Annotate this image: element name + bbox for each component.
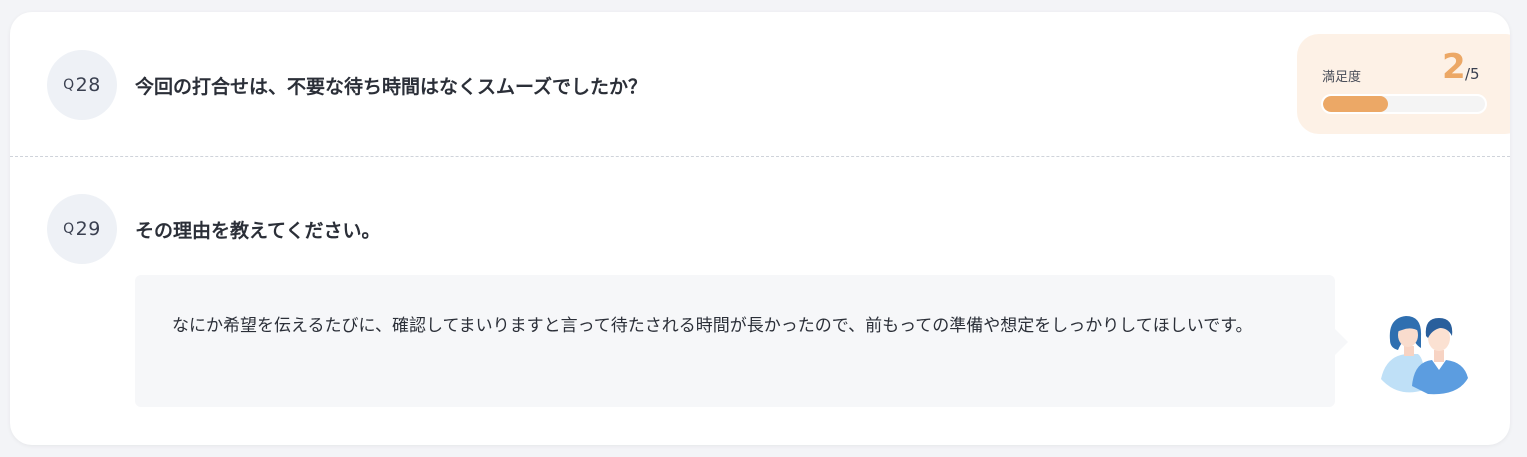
question-number: 29 — [75, 218, 101, 240]
satisfaction-bar-fill — [1323, 96, 1388, 112]
answer-bubble-tail — [1334, 328, 1348, 356]
satisfaction-max: /5 — [1465, 65, 1480, 83]
answer-bubble: なにか希望を伝えるたびに、確認してまいりますと言って待たされる時間が長かったので… — [135, 275, 1335, 407]
question-badge-q28: Q 28 — [47, 50, 117, 120]
satisfaction-label: 満足度 — [1322, 70, 1362, 85]
question-prefix: Q — [63, 77, 75, 93]
satisfaction-bar — [1321, 94, 1487, 114]
satisfaction-value: 2 — [1442, 47, 1466, 87]
question-number: 28 — [75, 74, 101, 96]
section-divider — [10, 156, 1510, 157]
couple-avatar-icon — [1376, 304, 1476, 396]
answer-text: なにか希望を伝えるたびに、確認してまいりますと言って待たされる時間が長かったので… — [172, 316, 1253, 336]
question-badge-q29: Q 29 — [47, 194, 117, 264]
survey-card: Q 28 今回の打合せは、不要な待ち時間はなくスムーズでしたか？ 満足度 2 /5… — [10, 12, 1510, 445]
question-text-q28: 今回の打合せは、不要な待ち時間はなくスムーズでしたか？ — [135, 76, 648, 98]
question-text-q29: その理由を教えてください。 — [135, 220, 381, 242]
satisfaction-score-panel: 満足度 2 /5 — [1297, 34, 1510, 134]
question-prefix: Q — [63, 221, 75, 237]
